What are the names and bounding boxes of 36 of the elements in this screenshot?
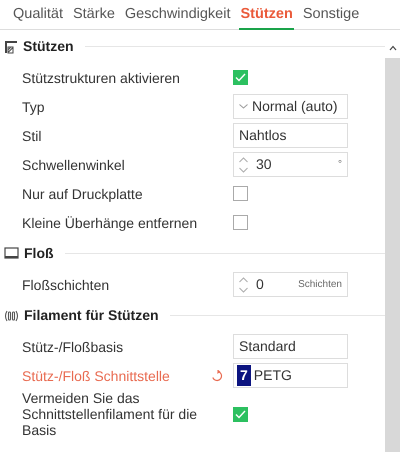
- spin-arrows-icon: [239, 276, 248, 294]
- setting-label: Kleine Überhänge entfernen: [22, 214, 198, 230]
- tab[interactable]: Qualität: [8, 0, 68, 29]
- support-icon: [4, 40, 18, 54]
- setting-label: Typ: [22, 98, 46, 114]
- checkbox[interactable]: [233, 406, 248, 422]
- filament-dropdown[interactable]: 7 PETG: [233, 363, 348, 388]
- spool-icon: [4, 310, 19, 322]
- setting-label: Floßschichten: [22, 276, 110, 292]
- setting-label: Stützstrukturen aktivieren: [22, 70, 181, 86]
- checkbox[interactable]: [233, 70, 248, 85]
- checkbox[interactable]: [233, 186, 248, 201]
- spin-field[interactable]: 0 Schichten: [233, 272, 348, 297]
- input-field[interactable]: Nahtlos: [233, 123, 348, 148]
- spin-arrows-icon: [239, 156, 248, 174]
- checkbox[interactable]: [233, 215, 248, 230]
- scrollbar-thumb[interactable]: [385, 58, 400, 452]
- input-field[interactable]: Standard: [233, 334, 348, 359]
- caret-icon: [239, 104, 248, 109]
- section-title: Stützen: [23, 37, 74, 56]
- caret-up-icon: [388, 45, 396, 51]
- tab[interactable]: Sonstige: [298, 0, 364, 29]
- setting-label: Nur auf Druckplatte: [22, 186, 144, 202]
- section-title: Floß: [24, 244, 54, 263]
- setting-label: Vermeiden Sie das Schnittstellenfilament für die Basis: [22, 390, 198, 438]
- tray-icon: [4, 247, 19, 260]
- setting-label: Stütz-/Floßbasis: [22, 338, 124, 354]
- section-title: Filament für Stützen: [24, 306, 159, 325]
- setting-label: Stütz-/Floß Schnittstelle: [22, 368, 171, 384]
- tab[interactable]: Geschwindigkeit: [120, 0, 236, 29]
- setting-label: Schwellenwinkel: [22, 156, 126, 172]
- tab[interactable]: Stärke: [68, 0, 120, 29]
- filament-number: 7: [237, 365, 251, 386]
- dropdown[interactable]: Normal (auto): [233, 94, 348, 119]
- spin-field[interactable]: 30 °: [233, 152, 348, 177]
- setting-label: Stil: [22, 128, 42, 144]
